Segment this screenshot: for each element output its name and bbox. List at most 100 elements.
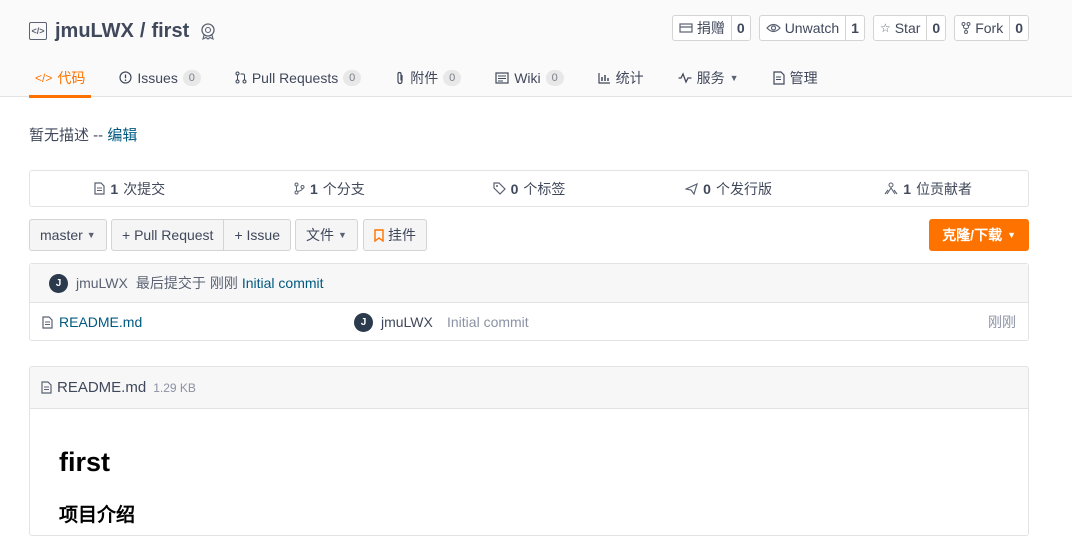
tab-attachments[interactable]: 附件 0 bbox=[389, 58, 467, 97]
clone-download-button[interactable]: 克隆/下载 ▼ bbox=[929, 219, 1029, 251]
fork-label: Fork bbox=[975, 20, 1004, 36]
new-issue-button[interactable]: + Issue bbox=[223, 220, 290, 250]
stat-commits[interactable]: 1 次提交 bbox=[30, 171, 230, 206]
avatar[interactable]: J bbox=[49, 273, 68, 293]
branches-label: 个分支 bbox=[322, 180, 365, 197]
chevron-down-icon: ▼ bbox=[1007, 230, 1016, 240]
file-table: J jmuLWX 最后提交于 刚刚 Initial commit README.… bbox=[29, 263, 1029, 341]
unwatch-button[interactable]: Unwatch 1 bbox=[758, 15, 865, 41]
issue-icon bbox=[119, 71, 132, 84]
file-menu-label: 文件 bbox=[306, 227, 334, 243]
fork-button[interactable]: Fork 0 bbox=[954, 15, 1029, 41]
contributors-count: 1 bbox=[903, 180, 912, 197]
star-count: 0 bbox=[926, 16, 946, 40]
readme-size: 1.29 KB bbox=[153, 380, 196, 395]
branch-select[interactable]: master ▼ bbox=[29, 219, 107, 251]
paperclip-icon bbox=[395, 71, 405, 85]
pull-requests-count-badge: 0 bbox=[343, 69, 362, 86]
widget-label: 挂件 bbox=[388, 227, 416, 243]
tab-label: 管理 bbox=[789, 69, 818, 86]
pulse-icon bbox=[678, 71, 692, 84]
file-icon bbox=[41, 381, 52, 394]
wiki-icon bbox=[495, 71, 509, 84]
tags-label: 个标签 bbox=[523, 180, 566, 197]
readme-heading: first bbox=[59, 447, 111, 477]
pull-request-icon bbox=[235, 71, 247, 84]
repo-name-link[interactable]: first bbox=[151, 20, 189, 43]
repo-actions: 捐赠 0 Unwatch 1 ☆ Star 0 Fork 0 bbox=[671, 15, 1029, 41]
commit-time: 刚刚 bbox=[209, 275, 238, 291]
tab-stats[interactable]: 统计 bbox=[592, 58, 650, 97]
repo-toolbar: master ▼ + Pull Request + Issue 文件 ▼ 挂件 … bbox=[29, 219, 1029, 251]
bar-chart-icon bbox=[598, 72, 611, 84]
badge-icon[interactable] bbox=[199, 22, 217, 40]
clone-label: 克隆/下载 bbox=[942, 227, 1003, 243]
unwatch-label: Unwatch bbox=[784, 20, 840, 36]
tab-services[interactable]: 服务 ▼ bbox=[672, 58, 745, 97]
watch-count: 1 bbox=[845, 16, 864, 40]
file-link[interactable]: README.md bbox=[59, 314, 142, 330]
chevron-down-icon: ▼ bbox=[86, 230, 96, 240]
releases-count: 0 bbox=[703, 180, 711, 197]
tab-manage[interactable]: 管理 bbox=[767, 58, 824, 97]
donate-count: 0 bbox=[730, 16, 750, 40]
star-label: Star bbox=[894, 20, 921, 36]
readme-subheading: 项目介绍 bbox=[59, 505, 136, 526]
fork-count: 0 bbox=[1009, 16, 1028, 40]
description-text: 暂无描述 -- bbox=[29, 127, 104, 144]
tab-label: Wiki bbox=[514, 69, 541, 86]
repo-separator: / bbox=[139, 19, 146, 42]
repo-icon: </> bbox=[29, 22, 47, 40]
tag-icon bbox=[492, 182, 506, 195]
file-menu-button[interactable]: 文件 ▼ bbox=[295, 219, 358, 251]
tab-code[interactable]: </> 代码 bbox=[29, 58, 92, 98]
tab-label: Issues bbox=[137, 69, 178, 86]
avatar[interactable]: J bbox=[354, 312, 373, 332]
readme-panel: README.md 1.29 KB first 项目介绍 bbox=[29, 366, 1029, 536]
repo-stats-bar: 1 次提交 1 个分支 0 个标签 0 个发行版 1 位贡献者 bbox=[29, 170, 1029, 207]
tab-label: 统计 bbox=[615, 69, 644, 86]
tab-issues[interactable]: Issues 0 bbox=[113, 58, 206, 97]
tab-wiki[interactable]: Wiki 0 bbox=[489, 58, 569, 97]
last-commit-row: J jmuLWX 最后提交于 刚刚 Initial commit bbox=[30, 264, 1028, 303]
widget-button[interactable]: 挂件 bbox=[363, 219, 427, 251]
stat-contributors[interactable]: 1 位贡献者 bbox=[828, 171, 1028, 206]
stat-releases[interactable]: 0 个发行版 bbox=[629, 171, 829, 206]
edit-description-link[interactable]: 编辑 bbox=[107, 127, 137, 144]
settings-doc-icon bbox=[772, 70, 785, 85]
commit-icon bbox=[94, 182, 105, 195]
new-pull-request-button[interactable]: + Pull Request bbox=[112, 220, 223, 250]
star-icon: ☆ bbox=[879, 21, 891, 35]
branches-count: 1 bbox=[309, 180, 318, 197]
commit-author[interactable]: jmuLWX bbox=[76, 275, 128, 291]
readme-filename[interactable]: README.md bbox=[57, 379, 146, 396]
stat-branches[interactable]: 1 个分支 bbox=[230, 171, 430, 206]
chevron-down-icon: ▼ bbox=[338, 230, 347, 240]
tab-label: 附件 bbox=[410, 69, 439, 86]
contributors-icon bbox=[884, 182, 898, 195]
contributors-label: 位贡献者 bbox=[916, 180, 973, 197]
commit-message-link[interactable]: Initial commit bbox=[242, 275, 324, 291]
file-author[interactable]: jmuLWX bbox=[381, 314, 433, 330]
fork-icon bbox=[961, 22, 971, 34]
file-author-cell: J jmuLWX bbox=[354, 303, 433, 341]
tab-pull-requests[interactable]: Pull Requests 0 bbox=[229, 58, 367, 97]
stat-tags[interactable]: 0 个标签 bbox=[429, 171, 629, 206]
code-icon: </> bbox=[35, 70, 53, 85]
repo-owner-link[interactable]: jmuLWX bbox=[55, 20, 134, 43]
file-name-cell: README.md bbox=[42, 303, 142, 341]
tab-label: Pull Requests bbox=[251, 69, 339, 86]
star-button[interactable]: ☆ Star 0 bbox=[872, 15, 947, 41]
file-commit-message[interactable]: Initial commit bbox=[447, 303, 529, 341]
repo-tabs: </> 代码 Issues 0 Pull Requests 0 附件 0 Wik… bbox=[29, 58, 846, 98]
commits-count: 1 bbox=[110, 180, 119, 197]
releases-label: 个发行版 bbox=[715, 180, 772, 197]
commit-text: 最后提交于 bbox=[135, 275, 206, 291]
eye-icon bbox=[765, 22, 781, 34]
repo-title: </> jmuLWX / first bbox=[29, 18, 217, 44]
tab-label: 服务 bbox=[696, 69, 725, 86]
file-commit-time: 刚刚 bbox=[988, 314, 1016, 330]
donate-button[interactable]: 捐赠 0 bbox=[671, 15, 751, 41]
tab-label: 代码 bbox=[57, 69, 86, 86]
branch-name: master bbox=[40, 227, 83, 243]
